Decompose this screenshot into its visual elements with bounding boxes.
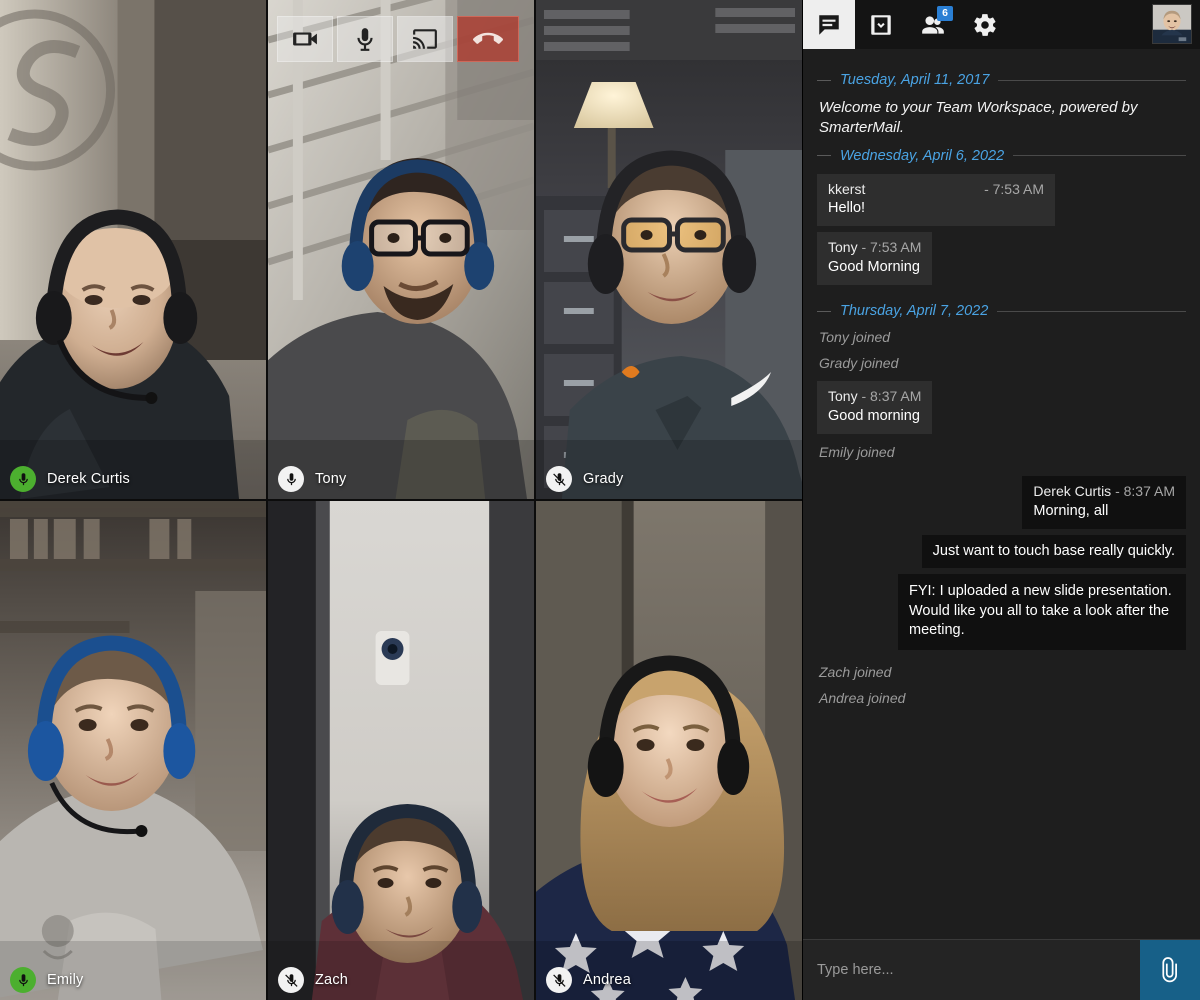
video-tile-emily[interactable]: Emily — [0, 501, 266, 1000]
call-controls-bar — [277, 16, 519, 62]
settings-button[interactable] — [959, 0, 1011, 49]
chat-message: FYI: I uploaded a new slide presentation… — [817, 574, 1186, 651]
screencast-icon — [413, 29, 437, 49]
message-text: Just want to touch base really quickly. — [932, 543, 1175, 560]
attach-file-button[interactable] — [1140, 940, 1200, 1000]
message-author: Tony — [828, 239, 858, 256]
video-feed — [0, 501, 266, 1000]
chat-message: Derek Curtis - 8:37 AM Morning, all — [817, 476, 1186, 530]
system-join-message: Tony joined — [819, 329, 891, 346]
system-welcome-message: Welcome to your Team Workspace, powered … — [819, 99, 1138, 137]
message-bubble: Tony - 8:37 AM Good morning — [817, 381, 933, 435]
chat-message: Tony - 7:53 AM Good Morning — [817, 232, 1186, 286]
microphone-icon — [357, 28, 373, 51]
message-meta: Tony - 8:37 AM — [828, 387, 921, 406]
camera-toggle-button[interactable] — [277, 16, 333, 62]
message-bubble: Tony - 7:53 AM Good Morning — [817, 232, 933, 286]
video-tile-zach[interactable]: Zach — [268, 501, 534, 1000]
message-meta: Derek Curtis - 8:37 AM — [1033, 482, 1175, 501]
video-tile-grady[interactable]: Grady — [536, 0, 802, 499]
message-meta: Tony - 7:53 AM — [828, 238, 921, 257]
video-feed — [268, 501, 534, 1000]
video-grid: Derek Curtis Tony Grady Emily Zach Andre… — [0, 0, 802, 1000]
video-tile-andrea[interactable]: Andrea — [536, 501, 802, 1000]
message-time: - 8:37 AM — [1115, 483, 1175, 500]
video-tile-tony[interactable]: Tony — [268, 0, 534, 499]
system-join-message: Emily joined — [819, 444, 895, 461]
message-input[interactable] — [803, 940, 1140, 1000]
video-feed — [536, 0, 802, 499]
separator-rule — [997, 310, 1186, 312]
date-label: Wednesday, April 6, 2022 — [840, 147, 1005, 164]
separator-dash — [817, 155, 831, 156]
date-label: Thursday, April 7, 2022 — [840, 303, 989, 320]
chat-bubble-icon — [819, 14, 839, 35]
video-camera-icon — [293, 32, 317, 46]
date-label: Tuesday, April 11, 2017 — [840, 72, 990, 88]
message-text: Good Morning — [828, 259, 920, 275]
separator-dash — [817, 310, 831, 312]
message-bubble: Derek Curtis - 8:37 AM Morning, all — [1022, 476, 1186, 530]
message-author: Tony — [828, 388, 858, 405]
message-bubble: Just want to touch base really quickly. — [921, 535, 1186, 569]
message-time: - 7:53 AM — [861, 239, 922, 256]
paperclip-icon — [1162, 957, 1177, 983]
participants-count-badge: 6 — [937, 6, 953, 21]
gear-icon — [974, 13, 996, 36]
message-bubble: FYI: I uploaded a new slide presentation… — [898, 574, 1186, 651]
date-separator: Thursday, April 7, 2022 — [817, 303, 1186, 319]
message-bubble: kkerst - 7:53 AM Hello! — [817, 173, 1055, 227]
participants-button[interactable]: 6 — [907, 0, 959, 49]
message-author: kkerst — [828, 180, 866, 197]
message-author: Derek Curtis — [1033, 483, 1112, 500]
hangup-button[interactable] — [457, 16, 519, 62]
chat-toolbar: 6 — [803, 0, 1200, 49]
message-composer — [803, 939, 1200, 1000]
message-text: Morning, all — [1033, 502, 1109, 519]
system-join-message: Grady joined — [819, 355, 899, 372]
video-conference-app: Derek Curtis Tony Grady Emily Zach Andre… — [0, 0, 1200, 1000]
video-feed — [0, 0, 266, 499]
message-time: - 7:53 AM — [984, 180, 1044, 197]
video-feed — [268, 0, 534, 499]
avatar[interactable] — [1152, 4, 1192, 44]
save-chat-button[interactable] — [855, 0, 907, 49]
separator-rule — [998, 79, 1186, 81]
chat-message-list[interactable]: Tuesday, April 11, 2017 Welcome to your … — [803, 49, 1200, 939]
date-separator: Tuesday, April 11, 2017 — [817, 72, 1186, 88]
chat-panel: 6 Tuesday, April 11, 2017 Welcome to you… — [802, 0, 1200, 1000]
message-meta: kkerst - 7:53 AM — [828, 180, 1044, 199]
chat-message: Tony - 8:37 AM Good morning — [817, 381, 1186, 435]
download-box-icon — [871, 14, 891, 35]
system-join-message: Andrea joined — [819, 690, 906, 707]
separator-dash — [817, 79, 831, 81]
message-text: Hello! — [828, 200, 866, 217]
chat-tab-button[interactable] — [803, 0, 855, 49]
chat-message: Just want to touch base really quickly. — [817, 535, 1186, 569]
microphone-toggle-button[interactable] — [337, 16, 393, 62]
message-text: FYI: I uploaded a new slide presentation… — [909, 583, 1172, 638]
system-join-message: Zach joined — [819, 664, 892, 681]
screencast-button[interactable] — [397, 16, 453, 62]
date-separator: Wednesday, April 6, 2022 — [817, 148, 1186, 164]
video-feed — [536, 501, 802, 1000]
phone-down-icon — [473, 32, 503, 44]
message-time: - 8:37 AM — [861, 388, 922, 405]
separator-rule — [1013, 155, 1186, 156]
message-text: Good morning — [828, 407, 920, 424]
video-tile-derek-curtis[interactable]: Derek Curtis — [0, 0, 266, 499]
chat-message: kkerst - 7:53 AM Hello! — [817, 173, 1186, 227]
